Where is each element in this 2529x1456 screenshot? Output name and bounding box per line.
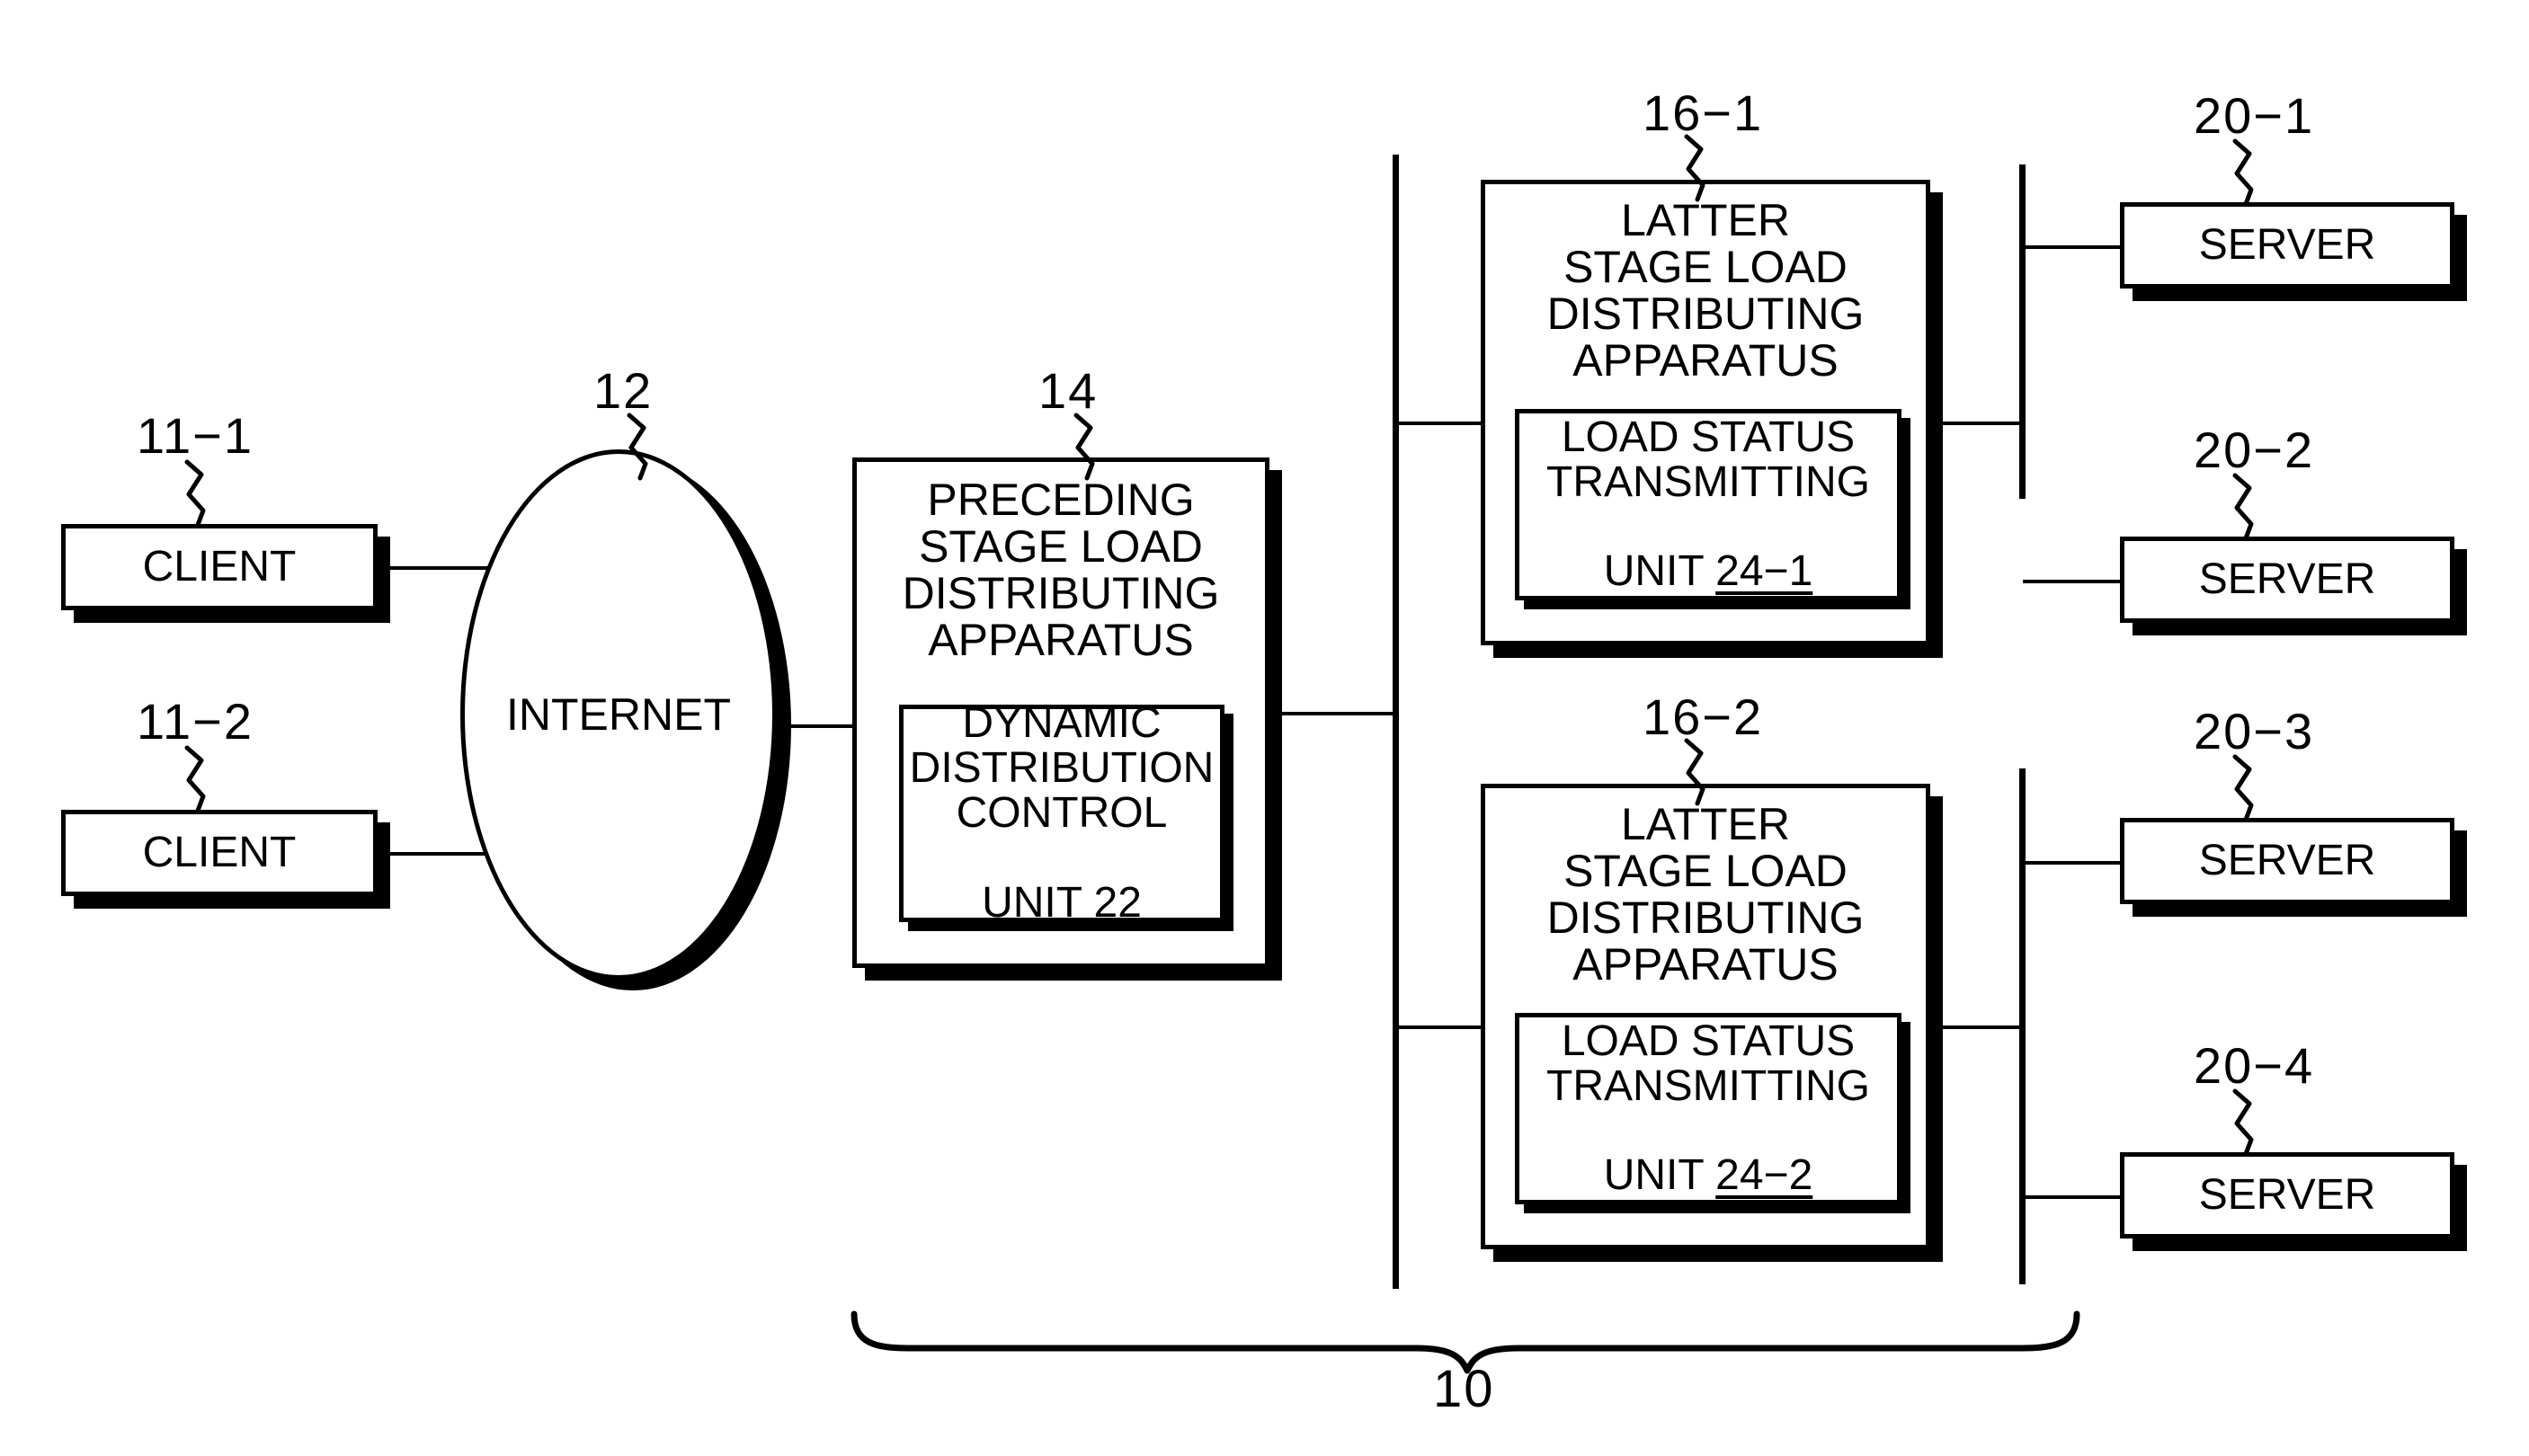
ref-label-client-1: 11−1 xyxy=(137,407,254,464)
load-status-transmitting-unit-2[interactable]: LOAD STATUS TRANSMITTING UNIT 24−2 xyxy=(1515,1013,1901,1204)
ref-label-server-2: 20−2 xyxy=(2194,422,2315,478)
dynamic-control-unit-label: DYNAMIC DISTRIBUTION CONTROL xyxy=(909,699,1215,838)
ref-label-server-1: 20−1 xyxy=(2194,87,2315,144)
client-box-1[interactable]: CLIENT xyxy=(61,524,378,610)
preceding-stage-label: PRECEDING STAGE LOAD DISTRIBUTING APPARA… xyxy=(902,475,1220,665)
link-latter2-rightbus2 xyxy=(1927,1025,2024,1029)
ref-label-preceding-stage: 14 xyxy=(1038,362,1099,419)
leader-server-4 xyxy=(2232,1088,2254,1157)
dynamic-control-unit-prefix: UNIT xyxy=(982,878,1094,927)
link-rightbus-server2 xyxy=(2023,580,2120,583)
load-status-unit-prefix-2: UNIT xyxy=(1603,1151,1716,1200)
client-label-2: CLIENT xyxy=(142,829,297,877)
ref-label-internet: 12 xyxy=(593,362,654,419)
load-status-unit-number-line-2: UNIT 24−2 xyxy=(1604,1109,1813,1199)
dynamic-control-unit-number-line: UNIT 22 xyxy=(982,836,1142,926)
load-status-unit-prefix-1: UNIT xyxy=(1603,547,1716,596)
left-bus-line xyxy=(1393,155,1399,1289)
link-preceding-leftbus xyxy=(1266,712,1399,715)
client-box-2[interactable]: CLIENT xyxy=(61,810,378,896)
latter-stage-label-1: LATTER STAGE LOAD DISTRIBUTING APPARATUS xyxy=(1546,195,1865,386)
link-rightbus-server3 xyxy=(2023,861,2120,865)
internet-label: INTERNET xyxy=(506,689,731,740)
right-bus-line-lower xyxy=(2019,768,2026,1284)
ref-label-system: 10 xyxy=(1433,1360,1495,1418)
server-label-2: SERVER xyxy=(2198,555,2376,604)
ref-label-latter-stage-1: 16−1 xyxy=(1643,84,1764,141)
patent-figure: CLIENT 11−1 CLIENT 11−2 INTERNET 12 PREC… xyxy=(0,0,2529,1456)
latter-stage-label-2: LATTER STAGE LOAD DISTRIBUTING APPARATUS xyxy=(1546,799,1865,990)
ref-label-server-3: 20−3 xyxy=(2194,703,2315,759)
leader-server-2 xyxy=(2232,473,2254,541)
ref-label-latter-stage-2: 16−2 xyxy=(1643,688,1764,745)
leader-client-2 xyxy=(184,745,206,813)
load-status-transmitting-unit-1[interactable]: LOAD STATUS TRANSMITTING UNIT 24−1 xyxy=(1515,409,1901,600)
internet-oval[interactable]: INTERNET xyxy=(460,449,777,980)
server-box-3[interactable]: SERVER xyxy=(2120,818,2454,904)
load-status-unit-number-line-1: UNIT 24−1 xyxy=(1604,505,1813,595)
server-label-4: SERVER xyxy=(2198,1171,2376,1220)
server-box-2[interactable]: SERVER xyxy=(2120,537,2454,623)
leader-server-1 xyxy=(2232,138,2254,207)
server-label-1: SERVER xyxy=(2198,221,2376,270)
ref-label-server-4: 20−4 xyxy=(2194,1037,2315,1094)
load-status-unit-number-1: 24−1 xyxy=(1715,547,1813,596)
server-box-1[interactable]: SERVER xyxy=(2120,202,2454,289)
dynamic-distribution-control-unit[interactable]: DYNAMIC DISTRIBUTION CONTROL UNIT 22 xyxy=(899,701,1224,925)
leader-server-3 xyxy=(2232,754,2254,822)
link-rightbus-server1 xyxy=(2023,245,2120,249)
client-label-1: CLIENT xyxy=(142,543,297,591)
link-rightbus-server4 xyxy=(2023,1195,2120,1199)
dynamic-control-unit-number: 22 xyxy=(1093,878,1142,927)
link-latter1-rightbus1 xyxy=(1927,422,2024,425)
load-status-unit-label-2: LOAD STATUS TRANSMITTING xyxy=(1546,1017,1870,1110)
server-box-4[interactable]: SERVER xyxy=(2120,1152,2454,1238)
right-bus-line-upper xyxy=(2019,164,2026,499)
leader-client-1 xyxy=(184,459,206,528)
link-leftbus-latter1 xyxy=(1396,422,1486,425)
server-label-3: SERVER xyxy=(2198,837,2376,885)
load-status-unit-label-1: LOAD STATUS TRANSMITTING xyxy=(1546,413,1870,506)
load-status-unit-number-2: 24−2 xyxy=(1715,1151,1813,1200)
link-leftbus-latter2 xyxy=(1396,1025,1486,1029)
ref-label-client-2: 11−2 xyxy=(137,693,254,750)
